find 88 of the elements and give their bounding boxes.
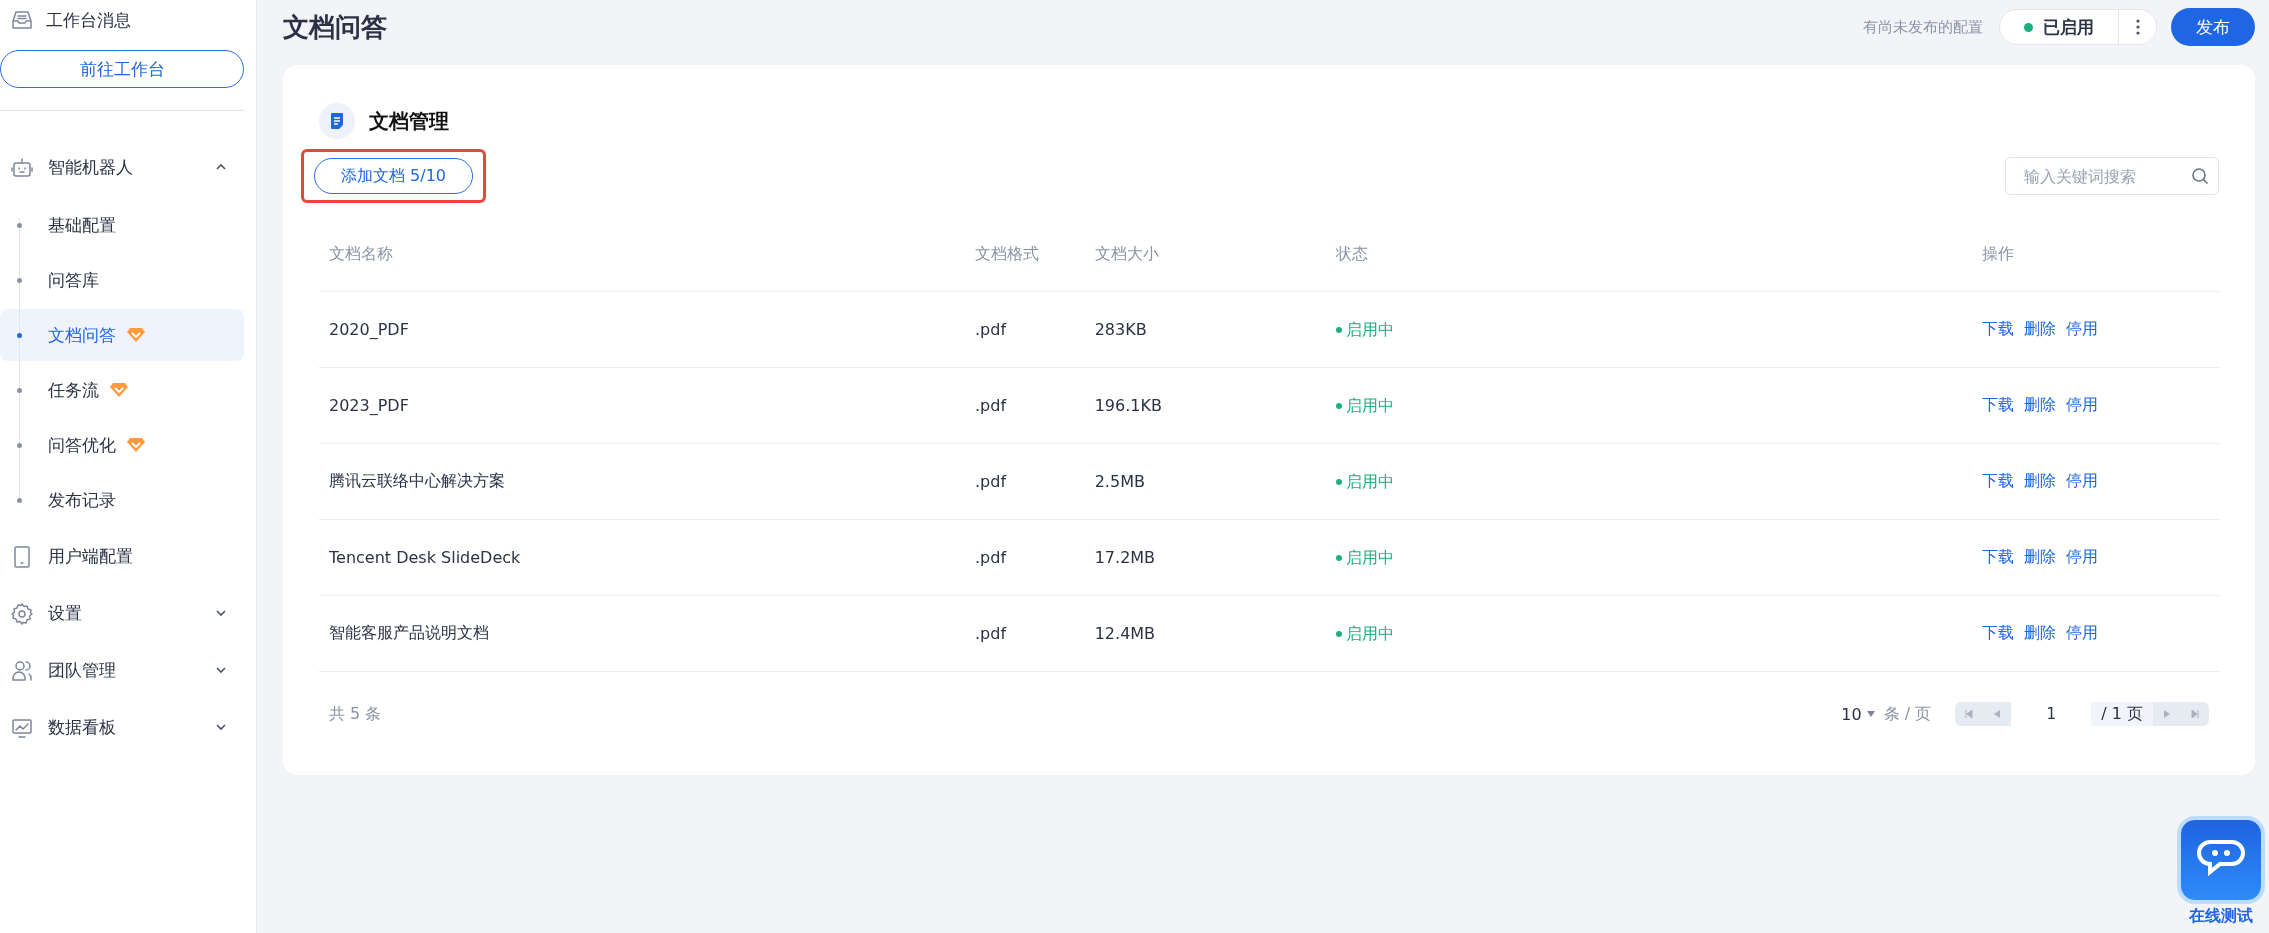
online-test-label[interactable]: 在线测试 xyxy=(2189,906,2253,927)
sidebar-subitem[interactable]: 文档问答 xyxy=(0,309,244,361)
nav-item[interactable]: 设置 xyxy=(48,602,200,625)
document-format: .pdf xyxy=(975,624,1007,643)
document-name: Tencent Desk SlideDeck xyxy=(329,548,521,567)
status-dot-icon xyxy=(1336,403,1342,410)
action-link[interactable]: 停用 xyxy=(2066,471,2098,490)
page-input[interactable]: 1 xyxy=(2011,702,2092,726)
action-link[interactable]: 删除 xyxy=(2024,395,2056,414)
diamond-icon xyxy=(109,382,129,398)
unpublished-hint: 有尚未发布的配置 xyxy=(1863,17,1983,37)
action-link[interactable]: 下载 xyxy=(1982,623,2014,642)
publish-button[interactable]: 发布 xyxy=(2171,8,2255,46)
page-size-select[interactable]: 10 xyxy=(1841,704,1876,724)
people-icon xyxy=(10,658,34,683)
status-dot-icon xyxy=(1336,327,1342,334)
total-pages: / 1 页 xyxy=(2091,702,2153,726)
document-format: .pdf xyxy=(975,396,1007,415)
page-size-unit: 条 / 页 xyxy=(1883,703,1932,725)
status-label: 启用中 xyxy=(1346,319,1394,341)
document-name: 2023_PDF xyxy=(329,396,409,415)
action-link[interactable]: 停用 xyxy=(2066,623,2098,642)
sidebar-subitem[interactable]: 问答库 xyxy=(0,254,244,306)
document-size: 283KB xyxy=(1094,320,1147,339)
action-link[interactable]: 下载 xyxy=(1982,319,2014,338)
status-label: 启用中 xyxy=(1346,395,1394,417)
document-size: 12.4MB xyxy=(1094,624,1156,643)
document-format: .pdf xyxy=(975,548,1007,567)
status-dot-icon xyxy=(1336,631,1342,638)
sidebar-subitem[interactable]: 基础配置 xyxy=(0,199,244,251)
status-dot-icon xyxy=(2024,22,2033,32)
nav-item[interactable]: 用户端配置 xyxy=(48,545,246,568)
column-header: 文档大小 xyxy=(1094,243,1159,263)
notice-label[interactable]: 工作台消息 xyxy=(46,8,131,32)
column-header: 操作 xyxy=(1982,243,2014,263)
status-control[interactable]: 已启用 xyxy=(1999,9,2157,45)
action-link[interactable]: 下载 xyxy=(1982,395,2014,414)
search-field[interactable]: 输入关键词搜索 xyxy=(2005,157,2219,195)
document-size: 196.1KB xyxy=(1094,396,1162,415)
action-link[interactable]: 停用 xyxy=(2066,395,2098,414)
nav-item[interactable]: 团队管理 xyxy=(48,659,200,682)
document-size: 17.2MB xyxy=(1094,548,1156,567)
diamond-icon xyxy=(126,327,146,343)
action-link[interactable]: 停用 xyxy=(2066,319,2098,338)
more-icon xyxy=(2135,19,2140,35)
sidebar-subitem[interactable]: 发布记录 xyxy=(0,474,244,526)
last-page-icon xyxy=(2191,710,2199,718)
document-name: 智能客服产品说明文档 xyxy=(329,623,489,642)
action-link[interactable]: 下载 xyxy=(1982,547,2014,566)
page-title: 文档问答 xyxy=(283,10,388,44)
status-dot-icon xyxy=(1336,479,1342,486)
search-icon xyxy=(2191,167,2209,185)
add-document-button[interactable]: 添加文档 5/10 xyxy=(314,158,473,194)
first-page-icon xyxy=(1965,710,1974,718)
inbox-icon xyxy=(10,8,34,32)
sidebar-subitem[interactable]: 问答优化 xyxy=(0,419,244,471)
status-label: 启用中 xyxy=(1346,547,1394,569)
document-icon xyxy=(330,112,344,130)
action-link[interactable]: 删除 xyxy=(2024,623,2056,642)
action-link[interactable]: 删除 xyxy=(2024,547,2056,566)
status-label: 启用中 xyxy=(1346,471,1394,493)
previous-page-icon xyxy=(1994,710,2001,718)
column-header: 状态 xyxy=(1336,243,1368,263)
document-name: 2020_PDF xyxy=(329,320,409,339)
document-size: 2.5MB xyxy=(1094,472,1145,491)
gear-icon xyxy=(10,601,34,626)
status-dot-icon xyxy=(1336,555,1342,562)
nav-item[interactable]: 智能机器人 xyxy=(48,156,200,179)
action-link[interactable]: 停用 xyxy=(2066,547,2098,566)
document-format: .pdf xyxy=(975,472,1007,491)
robot-icon xyxy=(10,155,34,180)
nav-item[interactable]: 数据看板 xyxy=(48,716,200,739)
column-header: 文档格式 xyxy=(975,243,1039,263)
next-page-icon xyxy=(2164,710,2170,718)
total-count: 共 5 条 xyxy=(329,703,382,723)
column-header: 文档名称 xyxy=(329,243,393,263)
status-label: 已启用 xyxy=(2043,15,2094,39)
card-title: 文档管理 xyxy=(369,107,449,135)
diamond-icon xyxy=(126,437,146,453)
status-label: 启用中 xyxy=(1346,623,1394,645)
action-link[interactable]: 删除 xyxy=(2024,471,2056,490)
document-name: 腾讯云联络中心解决方案 xyxy=(329,471,505,490)
caret-icon xyxy=(1865,710,1876,718)
workbench-button[interactable]: 前往工作台 xyxy=(0,50,244,88)
action-link[interactable]: 下载 xyxy=(1982,471,2014,490)
sidebar-subitem[interactable]: 任务流 xyxy=(0,364,244,416)
document-format: .pdf xyxy=(975,320,1007,339)
action-link[interactable]: 删除 xyxy=(2024,319,2056,338)
